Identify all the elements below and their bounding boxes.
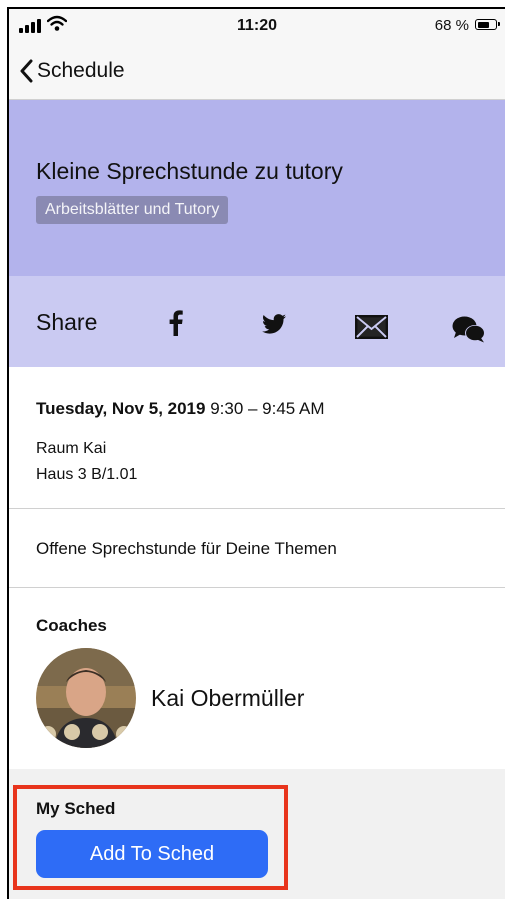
add-to-sched-button[interactable]: Add To Sched <box>36 830 268 878</box>
session-datetime: Tuesday, Nov 5, 2019 9:30 – 9:45 AM <box>36 399 325 419</box>
track-badge[interactable]: Arbeitsblätter und Tutory <box>36 196 229 224</box>
session-time: 9:30 – 9:45 AM <box>210 399 325 418</box>
status-bar: 11:20 68 % <box>9 9 505 43</box>
description-text: Offene Sprechstunde für Deine Themen <box>36 539 337 558</box>
coaches-section: Coaches Kai Obermüller <box>9 588 505 769</box>
my-sched-heading: My Sched <box>36 799 116 818</box>
session-description: Offene Sprechstunde für Deine Themen <box>9 509 505 588</box>
wechat-icon[interactable] <box>452 316 486 343</box>
share-row: Share <box>9 276 505 367</box>
battery-icon <box>475 19 500 30</box>
coach-photo <box>36 648 136 748</box>
mail-icon[interactable] <box>355 315 388 339</box>
share-label: Share <box>36 309 98 335</box>
session-date: Tuesday, Nov 5, 2019 <box>36 399 206 418</box>
twitter-icon[interactable] <box>262 314 286 334</box>
coaches-heading: Coaches <box>36 616 107 635</box>
back-button[interactable]: Schedule <box>19 59 125 83</box>
battery-percent: 68 % <box>434 17 469 34</box>
session-header: Kleine Sprechstunde zu tutory Arbeitsblä… <box>9 100 505 276</box>
session-location: Raum Kai Haus 3 B/1.01 <box>36 436 137 488</box>
facebook-icon[interactable] <box>169 310 183 336</box>
my-sched-section: My Sched Add To Sched <box>9 769 505 899</box>
status-time: 11:20 <box>236 17 278 34</box>
session-building: Haus 3 B/1.01 <box>36 466 138 483</box>
coach-avatar[interactable] <box>36 648 136 748</box>
coach-name[interactable]: Kai Obermüller <box>151 685 304 712</box>
session-title: Kleine Sprechstunde zu tutory <box>36 158 343 184</box>
app-screen: 11:20 68 % Schedule Kleine Sprechstunde … <box>7 7 505 899</box>
session-details: Tuesday, Nov 5, 2019 9:30 – 9:45 AM Raum… <box>9 367 505 509</box>
back-label: Schedule <box>37 59 125 82</box>
nav-bar: Schedule <box>9 43 505 100</box>
session-room: Raum Kai <box>36 440 107 457</box>
chevron-left-icon <box>20 59 33 83</box>
